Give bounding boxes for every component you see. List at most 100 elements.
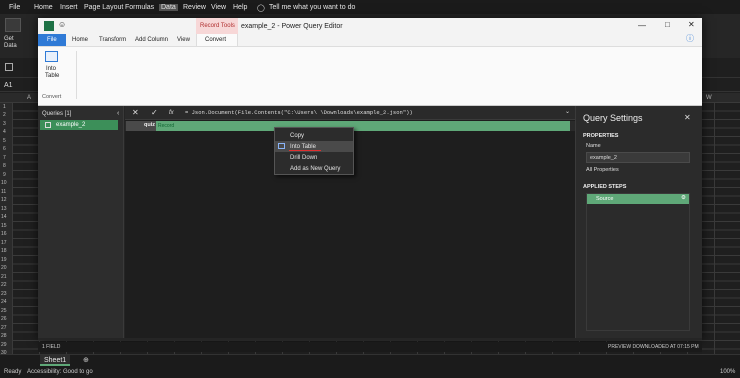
tell-me-search[interactable]: Tell me what you want to do xyxy=(269,4,355,11)
context-menu-drill-down[interactable]: Drill Down xyxy=(275,152,353,163)
row-header[interactable]: 21 xyxy=(1,275,7,280)
menu-review[interactable]: Review xyxy=(183,4,206,11)
status-accessibility[interactable]: Accessibility: Good to go xyxy=(27,369,93,375)
row-header[interactable]: 8 xyxy=(3,164,6,169)
context-menu-add-as-new-query-label: Add as New Query xyxy=(290,165,341,172)
row-header[interactable]: 26 xyxy=(1,317,7,322)
query-name-field[interactable]: example_2 xyxy=(586,152,690,163)
row-header[interactable]: 10 xyxy=(1,181,7,186)
menu-home[interactable]: Home xyxy=(34,4,53,11)
row-header[interactable]: 28 xyxy=(1,334,7,339)
row-header[interactable]: 15 xyxy=(1,224,7,229)
formula-input[interactable]: = Json.Document(File.Contents("C:\Users\… xyxy=(185,110,413,116)
row-header[interactable]: 25 xyxy=(1,309,7,314)
row-header[interactable]: 14 xyxy=(1,215,7,220)
tab-view[interactable]: View xyxy=(177,37,190,43)
step-settings-icon[interactable]: ⚙ xyxy=(681,195,686,202)
menu-insert[interactable]: Insert xyxy=(60,4,78,11)
ribbon-separator xyxy=(76,51,77,99)
menu-formulas[interactable]: Formulas xyxy=(125,4,154,11)
record-tools-context: Record Tools xyxy=(196,18,238,34)
sheet-tab-label: Sheet1 xyxy=(44,357,67,364)
row-header[interactable]: 29 xyxy=(1,343,7,348)
row-header[interactable]: 1 xyxy=(3,105,6,110)
query-settings-title: Query Settings xyxy=(583,113,643,123)
all-properties-link[interactable]: All Properties xyxy=(586,167,619,174)
into-table-button[interactable]: Into Table xyxy=(42,51,60,89)
smiley-icon: ☺ xyxy=(58,20,67,29)
row-header[interactable]: 2 xyxy=(3,113,6,118)
pq-window-title: example_2 - Power Query Editor xyxy=(241,23,343,30)
excel-logo-icon xyxy=(44,21,54,31)
menu-view[interactable]: View xyxy=(211,4,226,11)
pq-formula-bar: ✕ ✓ fx = Json.Document(File.Contents("C:… xyxy=(125,106,575,120)
row-header[interactable]: 13 xyxy=(1,207,7,212)
save-icon[interactable] xyxy=(5,63,13,71)
row-header[interactable]: 6 xyxy=(3,147,6,152)
get-data-icon xyxy=(5,18,21,32)
into-table-menu-icon xyxy=(278,143,285,149)
col-header[interactable]: A xyxy=(27,95,31,101)
row-header[interactable]: 9 xyxy=(3,173,6,178)
context-menu: Copy Into Table Drill Down Add as New Qu… xyxy=(274,127,354,175)
help-icon[interactable]: ⓘ xyxy=(686,35,694,43)
minimize-icon[interactable]: — xyxy=(638,22,646,30)
pq-body: Queries [1] ‹ example_2 ✕ ✓ fx = Json.Do… xyxy=(38,106,702,352)
row-header[interactable]: 11 xyxy=(1,190,6,195)
row-header[interactable]: 20 xyxy=(1,266,7,271)
row-header[interactable]: 12 xyxy=(1,198,7,203)
name-box[interactable]: A1 xyxy=(4,82,13,89)
maximize-icon[interactable]: □ xyxy=(665,21,670,29)
into-table-label-2: Table xyxy=(45,73,60,79)
record-field-cell[interactable]: quiz xyxy=(126,121,156,131)
row-header[interactable]: 18 xyxy=(1,249,7,254)
status-ready: Ready xyxy=(4,369,22,375)
row-header[interactable]: 23 xyxy=(1,292,7,297)
fx-icon[interactable]: fx xyxy=(169,110,174,116)
close-settings-icon[interactable]: ✕ xyxy=(684,114,691,122)
status-preview-time: PREVIEW DOWNLOADED AT 07:15 PM xyxy=(608,343,699,350)
row-header[interactable]: 27 xyxy=(1,326,7,331)
tab-file[interactable]: File xyxy=(38,34,66,46)
collapse-pane-icon[interactable]: ‹ xyxy=(117,110,119,117)
row-header[interactable]: 19 xyxy=(1,258,7,263)
context-menu-add-as-new-query[interactable]: Add as New Query xyxy=(275,163,353,174)
row-header[interactable]: 7 xyxy=(3,156,6,161)
zoom-level[interactable]: 100% xyxy=(720,369,735,375)
commit-icon[interactable]: ✓ xyxy=(151,109,158,117)
power-query-window: ☺ Record Tools example_2 - Power Query E… xyxy=(38,18,702,352)
tab-transform[interactable]: Transform xyxy=(99,37,126,43)
tab-convert[interactable]: Convert xyxy=(196,34,238,46)
row-header[interactable]: 16 xyxy=(1,232,7,237)
get-data-button[interactable]: Get Data xyxy=(4,36,24,50)
context-menu-into-table[interactable]: Into Table xyxy=(275,141,353,152)
applied-steps-header: APPLIED STEPS xyxy=(583,184,627,190)
properties-header: PROPERTIES xyxy=(583,133,619,139)
menu-data[interactable]: Data xyxy=(159,4,178,11)
menu-page-layout[interactable]: Page Layout xyxy=(84,4,123,11)
row-header[interactable]: 4 xyxy=(3,130,6,135)
row-header[interactable]: 5 xyxy=(3,139,6,144)
menu-help[interactable]: Help xyxy=(233,4,247,11)
query-item[interactable]: example_2 xyxy=(40,120,118,130)
row-header[interactable]: 24 xyxy=(1,300,7,305)
tab-add-column[interactable]: Add Column xyxy=(135,37,168,43)
col-header[interactable]: W xyxy=(706,95,712,101)
step-item[interactable]: Source ⚙ xyxy=(587,194,689,204)
tab-home[interactable]: Home xyxy=(72,37,88,43)
cancel-icon[interactable]: ✕ xyxy=(132,109,139,117)
context-menu-copy[interactable]: Copy xyxy=(275,130,353,141)
row-header[interactable]: 22 xyxy=(1,283,7,288)
add-sheet-icon[interactable]: ⊕ xyxy=(83,357,89,364)
menu-file[interactable]: File xyxy=(9,4,20,11)
context-menu-drill-down-label: Drill Down xyxy=(290,154,318,161)
excel-status-bar: Ready Accessibility: Good to go 100% xyxy=(0,366,740,378)
row-header[interactable]: 17 xyxy=(1,241,7,246)
row-header[interactable]: 3 xyxy=(3,122,6,127)
record-value-cell[interactable]: Record xyxy=(156,121,570,131)
sheet-tab-sheet1[interactable]: Sheet1 xyxy=(40,355,70,366)
close-icon[interactable]: ✕ xyxy=(688,21,695,29)
expand-formula-icon[interactable]: ⌄ xyxy=(565,109,570,115)
ribbon-group-label: Convert xyxy=(42,94,62,100)
lightbulb-icon: ◯ xyxy=(257,5,265,12)
